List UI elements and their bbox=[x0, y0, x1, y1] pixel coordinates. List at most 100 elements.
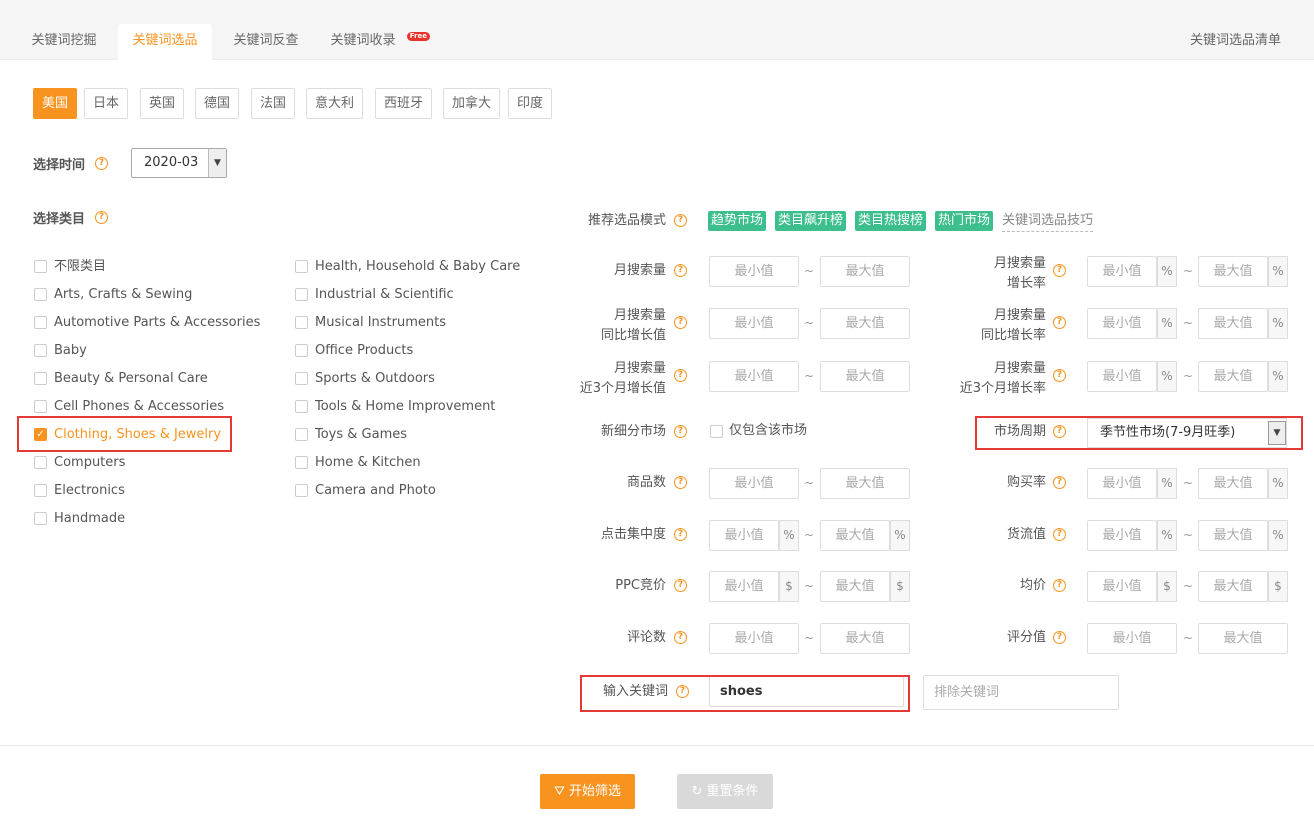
avg-price-min-input[interactable]: 最小值 bbox=[1087, 571, 1157, 602]
category-label[interactable]: Computers bbox=[54, 454, 125, 472]
monthly-search-min-input[interactable]: 最小值 bbox=[709, 256, 799, 287]
country-es[interactable]: 西班牙 bbox=[375, 88, 432, 119]
yoy-growth-rate-max-input[interactable]: 最大值 bbox=[1198, 308, 1268, 339]
category-checkbox[interactable] bbox=[34, 288, 47, 301]
three-month-growth-value-max-input[interactable]: 最大值 bbox=[820, 361, 910, 392]
category-label[interactable]: Cell Phones & Accessories bbox=[54, 398, 224, 416]
category-checkbox[interactable] bbox=[34, 456, 47, 469]
rating-min-input[interactable]: 最小值 bbox=[1087, 623, 1177, 654]
yoy-growth-rate-min-input[interactable]: 最小值 bbox=[1087, 308, 1157, 339]
three-month-growth-rate-min-input[interactable]: 最小值 bbox=[1087, 361, 1157, 392]
help-icon[interactable]: ? bbox=[674, 528, 687, 541]
category-checkbox[interactable] bbox=[34, 344, 47, 357]
product-count-max-input[interactable]: 最大值 bbox=[820, 468, 910, 499]
tab-keyword-selection[interactable]: 关键词选品 bbox=[118, 24, 212, 60]
selection-tips-link[interactable]: 关键词选品技巧 bbox=[1002, 211, 1094, 232]
country-it[interactable]: 意大利 bbox=[306, 88, 363, 119]
category-checkbox[interactable] bbox=[295, 316, 308, 329]
tab-keyword-index[interactable]: 关键词收录 Free bbox=[318, 24, 430, 60]
monthly-growth-rate-max-input[interactable]: 最大值 bbox=[1198, 256, 1268, 287]
click-concentration-min-input[interactable]: 最小值 bbox=[709, 520, 779, 551]
category-checkbox[interactable] bbox=[34, 512, 47, 525]
help-icon[interactable]: ? bbox=[674, 631, 687, 644]
help-icon[interactable]: ? bbox=[1053, 631, 1066, 644]
category-checkbox[interactable] bbox=[295, 288, 308, 301]
avg-price-max-input[interactable]: 最大值 bbox=[1198, 571, 1268, 602]
help-icon[interactable]: ? bbox=[674, 579, 687, 592]
tab-keyword-reverse[interactable]: 关键词反查 bbox=[220, 24, 312, 60]
mode-category-hot[interactable]: 类目热搜榜 bbox=[855, 211, 927, 231]
country-uk[interactable]: 英国 bbox=[140, 88, 184, 119]
category-label[interactable]: Camera and Photo bbox=[315, 482, 436, 500]
help-icon[interactable]: ? bbox=[674, 264, 687, 277]
category-label[interactable]: Home & Kitchen bbox=[315, 454, 421, 472]
country-jp[interactable]: 日本 bbox=[84, 88, 128, 119]
category-label[interactable]: Office Products bbox=[315, 342, 413, 360]
three-month-growth-value-min-input[interactable]: 最小值 bbox=[709, 361, 799, 392]
help-icon[interactable]: ? bbox=[1053, 528, 1066, 541]
review-count-min-input[interactable]: 最小值 bbox=[709, 623, 799, 654]
category-label[interactable]: Industrial & Scientific bbox=[315, 286, 454, 304]
category-checkbox[interactable] bbox=[295, 484, 308, 497]
purchase-rate-min-input[interactable]: 最小值 bbox=[1087, 468, 1157, 499]
category-checkbox[interactable] bbox=[34, 400, 47, 413]
category-label[interactable]: Musical Instruments bbox=[315, 314, 446, 332]
category-checkbox[interactable] bbox=[295, 428, 308, 441]
category-label[interactable]: Sports & Outdoors bbox=[315, 370, 435, 388]
help-icon[interactable]: ? bbox=[95, 211, 108, 224]
help-icon[interactable]: ? bbox=[95, 157, 108, 170]
help-icon[interactable]: ? bbox=[1053, 369, 1066, 382]
gmv-min-input[interactable]: 最小值 bbox=[1087, 520, 1157, 551]
category-checkbox[interactable] bbox=[34, 484, 47, 497]
category-label[interactable]: Clothing, Shoes & Jewelry bbox=[54, 426, 221, 444]
country-ca[interactable]: 加拿大 bbox=[443, 88, 500, 119]
country-de[interactable]: 德国 bbox=[195, 88, 239, 119]
mode-trend-market[interactable]: 趋势市场 bbox=[708, 211, 767, 231]
category-label[interactable]: Electronics bbox=[54, 482, 125, 500]
reset-button[interactable]: ↻ 重置条件 bbox=[677, 774, 773, 809]
category-checkbox[interactable] bbox=[295, 344, 308, 357]
category-checkbox[interactable] bbox=[34, 372, 47, 385]
ppc-bid-max-input[interactable]: 最大值 bbox=[820, 571, 890, 602]
date-select[interactable]: 2020-03 ▼ bbox=[131, 148, 227, 178]
help-icon[interactable]: ? bbox=[1053, 316, 1066, 329]
category-label[interactable]: Automotive Parts & Accessories bbox=[54, 314, 260, 332]
help-icon[interactable]: ? bbox=[674, 369, 687, 382]
gmv-max-input[interactable]: 最大值 bbox=[1198, 520, 1268, 551]
help-icon[interactable]: ? bbox=[674, 214, 687, 227]
category-label[interactable]: 不限类目 bbox=[54, 258, 106, 276]
review-count-max-input[interactable]: 最大值 bbox=[820, 623, 910, 654]
yoy-growth-value-min-input[interactable]: 最小值 bbox=[709, 308, 799, 339]
category-label[interactable]: Baby bbox=[54, 342, 87, 360]
category-checkbox[interactable] bbox=[295, 456, 308, 469]
tab-keyword-mining[interactable]: 关键词挖掘 bbox=[18, 24, 110, 60]
category-label[interactable]: Health, Household & Baby Care bbox=[315, 258, 520, 276]
country-in[interactable]: 印度 bbox=[508, 88, 552, 119]
category-label[interactable]: Beauty & Personal Care bbox=[54, 370, 208, 388]
country-fr[interactable]: 法国 bbox=[251, 88, 295, 119]
new-market-checkbox[interactable] bbox=[710, 425, 723, 438]
category-label[interactable]: Toys & Games bbox=[315, 426, 407, 444]
category-label[interactable]: Tools & Home Improvement bbox=[315, 398, 495, 416]
help-icon[interactable]: ? bbox=[1053, 579, 1066, 592]
help-icon[interactable]: ? bbox=[674, 476, 687, 489]
category-label[interactable]: Arts, Crafts & Sewing bbox=[54, 286, 192, 304]
click-concentration-max-input[interactable]: 最大值 bbox=[820, 520, 890, 551]
help-icon[interactable]: ? bbox=[1053, 476, 1066, 489]
help-icon[interactable]: ? bbox=[674, 425, 687, 438]
product-count-min-input[interactable]: 最小值 bbox=[709, 468, 799, 499]
start-filter-button[interactable]: ⛛ 开始筛选 bbox=[540, 774, 635, 809]
mode-hot-market[interactable]: 热门市场 bbox=[935, 211, 994, 231]
category-checkbox[interactable] bbox=[295, 400, 308, 413]
rating-max-input[interactable]: 最大值 bbox=[1198, 623, 1288, 654]
three-month-growth-rate-max-input[interactable]: 最大值 bbox=[1198, 361, 1268, 392]
help-icon[interactable]: ? bbox=[1053, 264, 1066, 277]
country-us[interactable]: 美国 bbox=[33, 88, 77, 119]
monthly-search-max-input[interactable]: 最大值 bbox=[820, 256, 910, 287]
monthly-growth-rate-min-input[interactable]: 最小值 bbox=[1087, 256, 1157, 287]
category-checkbox[interactable]: ✓ bbox=[34, 428, 47, 441]
exclude-keyword-input[interactable]: 排除关键词 bbox=[923, 675, 1119, 710]
ppc-bid-min-input[interactable]: 最小值 bbox=[709, 571, 779, 602]
purchase-rate-max-input[interactable]: 最大值 bbox=[1198, 468, 1268, 499]
help-icon[interactable]: ? bbox=[674, 316, 687, 329]
